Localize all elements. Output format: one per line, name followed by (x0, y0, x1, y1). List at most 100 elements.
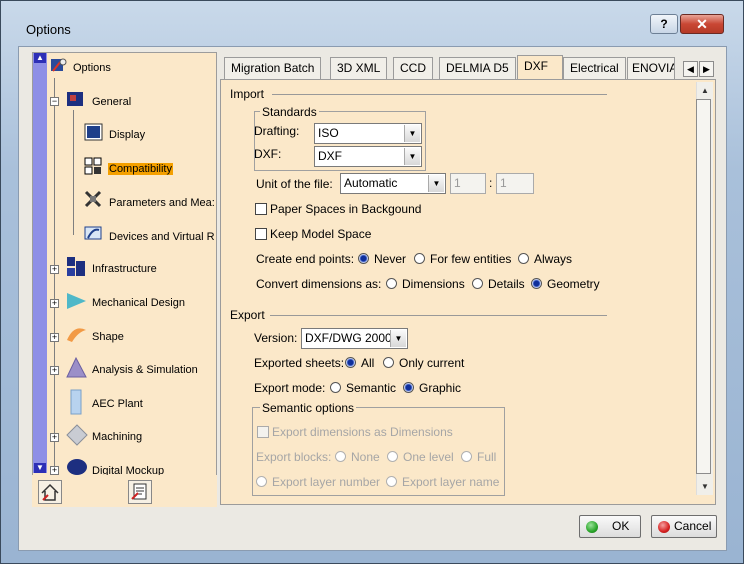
unit-ratio-2-field[interactable]: 1 (496, 173, 534, 194)
unit-select[interactable]: Automatic ▼ (340, 173, 446, 194)
compatibility-icon (84, 157, 102, 175)
standards-group-label: Standards (260, 105, 319, 119)
mode-graphic-radio[interactable] (403, 382, 414, 393)
tree-home-button[interactable] (38, 480, 62, 504)
drafting-value: ISO (318, 126, 339, 140)
machining-icon (66, 424, 88, 446)
scroll-up-icon[interactable]: ▲ (698, 84, 712, 98)
convert-details-label: Details (488, 277, 525, 291)
convert-dimensions-radio[interactable] (386, 278, 397, 289)
version-select[interactable]: DXF/DWG 2000 ▼ (301, 328, 408, 349)
tab-dxf[interactable]: DXF (517, 55, 563, 80)
end-points-always-label: Always (534, 252, 573, 266)
expand-toggle[interactable]: + (50, 299, 59, 308)
end-points-always-radio[interactable] (518, 253, 529, 264)
end-points-never-radio[interactable] (358, 253, 369, 264)
tree-item-mechanical-design[interactable]: Mechanical Design (92, 297, 185, 309)
tree-item-parameters[interactable]: Parameters and Mea: (109, 197, 215, 209)
tree-item-analysis[interactable]: Analysis & Simulation (92, 364, 198, 376)
version-label: Version: (254, 331, 298, 345)
tree-scrollbar[interactable]: ▲ ▼ (33, 53, 47, 473)
tab-delmia-d5[interactable]: DELMIA D5 (439, 57, 516, 79)
tab-3d-xml[interactable]: 3D XML (330, 57, 388, 79)
blocks-none-radio[interactable] (335, 451, 346, 462)
tree-item-display[interactable]: Display (109, 129, 145, 141)
scroll-up-icon[interactable]: ▲ (34, 53, 46, 63)
tree-item-infrastructure[interactable]: Infrastructure (92, 263, 157, 275)
scroll-down-icon[interactable]: ▼ (34, 463, 46, 473)
chevron-down-icon: ▼ (390, 330, 406, 347)
unit-ratio-1-field[interactable]: 1 (450, 173, 486, 194)
end-points-label: Create end points: (256, 252, 355, 266)
shape-icon (66, 324, 86, 342)
convert-dimensions-option-label: Dimensions (402, 277, 465, 291)
mode-semantic-radio[interactable] (330, 382, 341, 393)
expand-toggle[interactable]: + (50, 265, 59, 274)
chevron-down-icon: ▼ (404, 148, 420, 165)
blocks-one-level-label: One level (403, 450, 454, 464)
close-button[interactable]: ✕ (680, 14, 724, 34)
tree-item-general[interactable]: General (92, 96, 131, 108)
dxf-standard-select[interactable]: DXF ▼ (314, 146, 422, 167)
convert-geometry-label: Geometry (547, 277, 600, 291)
export-blocks-label: Export blocks: (256, 450, 332, 464)
drafting-select[interactable]: ISO ▼ (314, 123, 422, 144)
tree-line (54, 78, 55, 473)
expand-toggle[interactable]: + (50, 333, 59, 342)
exported-sheets-label: Exported sheets: (254, 356, 345, 370)
layer-name-radio[interactable] (386, 476, 397, 487)
cancel-icon (658, 521, 670, 533)
mode-graphic-label: Graphic (419, 381, 462, 395)
convert-details-radio[interactable] (472, 278, 483, 289)
blocks-one-level-radio[interactable] (387, 451, 398, 462)
expand-toggle[interactable]: + (50, 366, 59, 375)
layer-number-radio[interactable] (256, 476, 267, 487)
blocks-none-label: None (351, 450, 380, 464)
tab-enovia[interactable]: ENOVIA (627, 57, 675, 79)
tree-line (73, 110, 74, 235)
window-title: Options (26, 22, 71, 37)
mechanical-design-icon (66, 291, 86, 309)
scroll-down-icon[interactable]: ▼ (698, 480, 712, 494)
version-value: DXF/DWG 2000 (305, 331, 392, 345)
expand-toggle[interactable]: − (50, 97, 59, 106)
tree-item-aec-plant[interactable]: AEC Plant (92, 398, 143, 410)
tab-scroll-left-icon[interactable]: ◀ (683, 61, 698, 77)
export-dims-checkbox[interactable] (257, 426, 269, 438)
cancel-button[interactable]: Cancel (651, 515, 717, 538)
ok-label: OK (612, 519, 630, 533)
convert-geometry-radio[interactable] (531, 278, 542, 289)
tab-electrical[interactable]: Electrical (563, 57, 626, 79)
ok-icon (586, 521, 598, 533)
unit-value: Automatic (344, 176, 398, 190)
sheets-all-radio[interactable] (345, 357, 356, 368)
blocks-full-label: Full (477, 450, 497, 464)
tree-item-options[interactable]: Options (73, 62, 111, 74)
tree-item-compatibility[interactable]: Compatibility (108, 163, 173, 175)
keep-model-space-checkbox[interactable] (255, 228, 267, 240)
blocks-full-radio[interactable] (461, 451, 472, 462)
end-points-few-label: For few entities (430, 252, 512, 266)
tree-item-machining[interactable]: Machining (92, 431, 142, 443)
general-icon (66, 89, 84, 107)
help-button[interactable]: ? (650, 14, 678, 34)
tab-ccd[interactable]: CCD (393, 57, 433, 79)
expand-toggle[interactable]: + (50, 466, 59, 475)
expand-toggle[interactable]: + (50, 433, 59, 442)
export-dims-label: Export dimensions as Dimensions (272, 425, 453, 439)
sheets-current-label: Only current (399, 356, 465, 370)
tree-item-devices[interactable]: Devices and Virtual R (109, 231, 215, 243)
export-section-label: Export (230, 308, 265, 322)
tree-reset-button[interactable] (128, 480, 152, 504)
tab-migration-batch[interactable]: Migration Batch (224, 57, 322, 79)
end-points-few-radio[interactable] (414, 253, 425, 264)
paper-spaces-checkbox[interactable] (255, 203, 267, 215)
cancel-label: Cancel (674, 519, 712, 533)
scrollbar-thumb[interactable] (696, 99, 711, 474)
display-icon (84, 123, 103, 141)
tree-item-shape[interactable]: Shape (92, 331, 124, 343)
tab-scroll-right-icon[interactable]: ▶ (699, 61, 714, 77)
sheets-current-radio[interactable] (383, 357, 394, 368)
parameters-icon (84, 190, 102, 208)
ok-button[interactable]: OK (579, 515, 641, 538)
